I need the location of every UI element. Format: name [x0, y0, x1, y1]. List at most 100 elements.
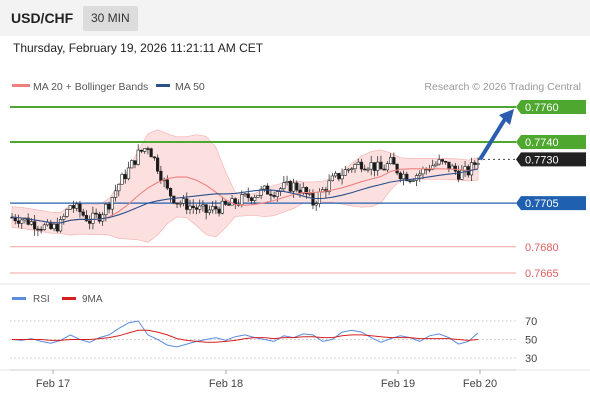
rsi-panel: 70 50 30 — [10, 316, 537, 365]
candle-body — [392, 157, 396, 165]
candle-body — [159, 170, 163, 181]
candle-body — [262, 185, 267, 190]
bollinger-band-area — [11, 129, 479, 243]
candle-body — [440, 159, 445, 162]
level-label-4: 0.7680 — [525, 242, 559, 254]
candle-body — [143, 148, 147, 152]
x-tick-label-3: Feb 20 — [463, 378, 497, 390]
candle-body — [20, 219, 24, 224]
candle-body — [246, 193, 250, 199]
candle-body — [149, 148, 153, 158]
candle-body — [444, 160, 448, 163]
rsi-tick-label-2: 30 — [525, 353, 537, 365]
candle-body — [136, 149, 140, 165]
candle-body — [217, 208, 221, 214]
credit-text: Research © 2026 Trading Central — [424, 81, 581, 93]
candle-body — [401, 173, 406, 180]
candle-body — [75, 203, 79, 209]
candle-body — [120, 174, 124, 185]
candle-body — [214, 206, 218, 210]
candle-body — [223, 200, 228, 205]
candle-body — [29, 221, 34, 225]
candle-body — [42, 224, 46, 230]
candle-body — [343, 169, 347, 176]
candle-body — [39, 228, 43, 231]
candle-body — [282, 182, 286, 189]
candle-body — [201, 204, 205, 207]
candle-body — [16, 220, 21, 224]
candle-body — [334, 173, 338, 177]
candle-body — [418, 173, 422, 176]
level-label-5: 0.7665 — [525, 268, 559, 280]
candle-body — [340, 174, 344, 180]
candle-body — [269, 193, 273, 196]
candle-body — [172, 195, 176, 204]
candle-body — [253, 197, 257, 201]
candle-body — [133, 160, 137, 165]
candle-body — [434, 163, 438, 167]
candle-body — [330, 175, 334, 182]
level-label-3: 0.7705 — [525, 198, 559, 210]
candle-body — [385, 163, 389, 171]
level-label-1: 0.7740 — [525, 137, 559, 149]
candle-body — [285, 181, 289, 183]
candle-body — [62, 216, 66, 220]
candle-body — [110, 197, 114, 210]
legend-9ma-swatch — [62, 297, 76, 300]
candle-body — [411, 180, 415, 182]
candle-body — [379, 161, 383, 170]
candle-body — [139, 149, 144, 152]
candle-body — [288, 181, 292, 192]
candle-body — [272, 195, 276, 197]
legend-ma20: MA 20 + Bollinger Bands — [33, 81, 148, 93]
candle-body — [256, 194, 260, 198]
candle-body — [68, 205, 72, 210]
candle-body — [33, 221, 37, 230]
x-tick-label-0: Feb 17 — [36, 378, 70, 390]
candle-body — [372, 162, 377, 171]
candle-body — [398, 172, 402, 180]
candle-body — [295, 182, 299, 191]
candle-body — [130, 160, 134, 169]
candle-body — [317, 191, 322, 204]
candle-body — [204, 204, 208, 213]
candle-body — [453, 165, 457, 172]
candle-body — [156, 157, 160, 172]
candle-body — [78, 203, 82, 213]
candle-body — [476, 163, 480, 165]
candle-body — [91, 212, 95, 224]
candle-body — [81, 211, 85, 216]
candle-body — [168, 187, 173, 197]
candle-body — [146, 148, 150, 150]
candle-body — [211, 206, 215, 211]
candle-body — [97, 213, 101, 222]
candle-body — [346, 168, 351, 171]
candle-body — [359, 161, 364, 170]
candle-body — [117, 183, 121, 192]
candle-body — [123, 174, 127, 180]
candle-body — [36, 228, 40, 231]
candle-body — [185, 198, 189, 210]
candle-body — [437, 159, 441, 165]
level-label-2: 0.7730 — [525, 154, 559, 166]
candle-body — [194, 207, 199, 210]
candle-body — [71, 205, 76, 209]
candle-body — [353, 164, 357, 170]
candle-body — [382, 168, 386, 171]
candle-body — [447, 161, 451, 170]
candle-body — [178, 202, 182, 205]
forecast-arrow — [478, 109, 514, 161]
candle-body — [65, 209, 69, 217]
candle-body — [243, 193, 247, 196]
candle-body — [165, 179, 169, 189]
candle-body — [107, 203, 111, 210]
candle-body — [314, 203, 318, 206]
candle-body — [188, 205, 192, 210]
candle-body — [88, 220, 92, 224]
candle-body — [104, 203, 108, 216]
candle-body — [126, 167, 131, 180]
candle-body — [207, 209, 212, 213]
legend-9ma: 9MA — [82, 294, 103, 305]
candle-body — [389, 157, 393, 164]
candle-body — [175, 202, 179, 205]
